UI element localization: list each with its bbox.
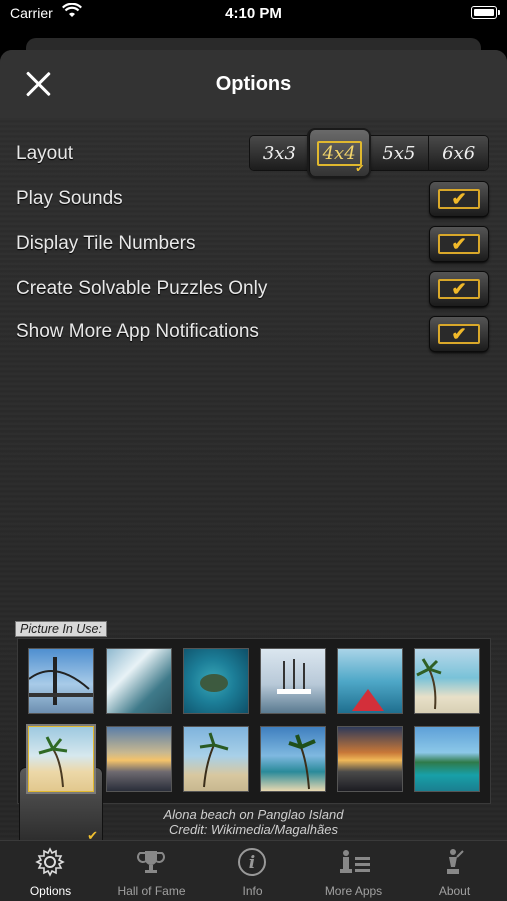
picture-thumb-palm-lagoon[interactable]	[260, 726, 326, 792]
picture-thumb-ship[interactable]	[260, 648, 326, 714]
svg-text:i: i	[249, 853, 255, 873]
tab-more-apps[interactable]: More Apps	[303, 841, 404, 901]
tab-options[interactable]: Options	[0, 841, 101, 901]
check-icon: ✔	[438, 324, 480, 344]
picture-thumb-turtle[interactable]	[183, 648, 249, 714]
layout-option-6x6[interactable]: 6x6	[428, 136, 488, 170]
picture-thumb-bridge[interactable]	[28, 648, 94, 714]
layout-option-4x4[interactable]: 4x4 ✔	[308, 130, 369, 176]
check-icon: ✔	[438, 279, 480, 299]
picture-thumb-alona-beach[interactable]	[28, 726, 94, 792]
about-icon	[447, 849, 464, 874]
page-title: Options	[215, 73, 292, 95]
display-tile-numbers-checkbox[interactable]: ✔	[430, 227, 488, 261]
picture-thumb-sunset-pier[interactable]	[337, 726, 403, 792]
display-tile-numbers-label: Display Tile Numbers	[16, 233, 196, 254]
options-sheet: Options Layout 3x3 4x4 ✔ 5x5 6x6 Play Sou…	[0, 50, 507, 900]
picture-thumb-island[interactable]	[414, 726, 480, 792]
more-apps-icon	[340, 850, 370, 873]
app-notifications-checkbox[interactable]: ✔	[430, 317, 488, 351]
battery-icon	[471, 6, 500, 19]
status-bar: Carrier 4:10 PM	[0, 0, 507, 30]
tab-hall-of-fame[interactable]: Hall of Fame	[101, 841, 202, 901]
layout-segmented-control: 3x3 4x4 ✔ 5x5 6x6	[250, 130, 488, 176]
gear-icon	[35, 847, 65, 877]
layout-option-5x5[interactable]: 5x5	[368, 136, 429, 170]
info-icon: i	[238, 848, 266, 876]
solvable-puzzles-label: Create Solvable Puzzles Only	[16, 278, 268, 299]
layout-label: Layout	[16, 143, 74, 164]
picture-in-use-label: Picture In Use:	[15, 621, 107, 637]
check-icon: ✔	[438, 234, 480, 254]
check-icon: ✔	[438, 189, 480, 209]
check-icon: ✔	[355, 162, 365, 175]
status-time: 4:10 PM	[225, 5, 282, 22]
nav-bar: Options	[0, 50, 507, 118]
picture-credit: Credit: Wikimedia/Magalhães	[169, 822, 338, 837]
layout-option-3x3[interactable]: 3x3	[250, 136, 309, 170]
play-sounds-checkbox[interactable]: ✔	[430, 182, 488, 216]
picture-thumb-kayak[interactable]	[337, 648, 403, 714]
picture-thumb-wave[interactable]	[106, 648, 172, 714]
solvable-puzzles-checkbox[interactable]: ✔	[430, 272, 488, 306]
play-sounds-label: Play Sounds	[16, 188, 123, 209]
app-notifications-label: Show More App Notifications	[16, 321, 259, 342]
tab-bar: Options Hall of Fame i Info More Apps Ab…	[0, 840, 507, 901]
picture-thumb-palms-shore[interactable]	[183, 726, 249, 792]
trophy-icon	[137, 851, 165, 873]
picture-thumb-sunset-sea[interactable]	[106, 726, 172, 792]
picture-thumb-beach-palm[interactable]	[414, 648, 480, 714]
tab-about[interactable]: About	[404, 841, 505, 901]
picture-caption: Alona beach on Panglao Island	[163, 807, 344, 822]
tab-info[interactable]: i Info	[202, 841, 303, 901]
